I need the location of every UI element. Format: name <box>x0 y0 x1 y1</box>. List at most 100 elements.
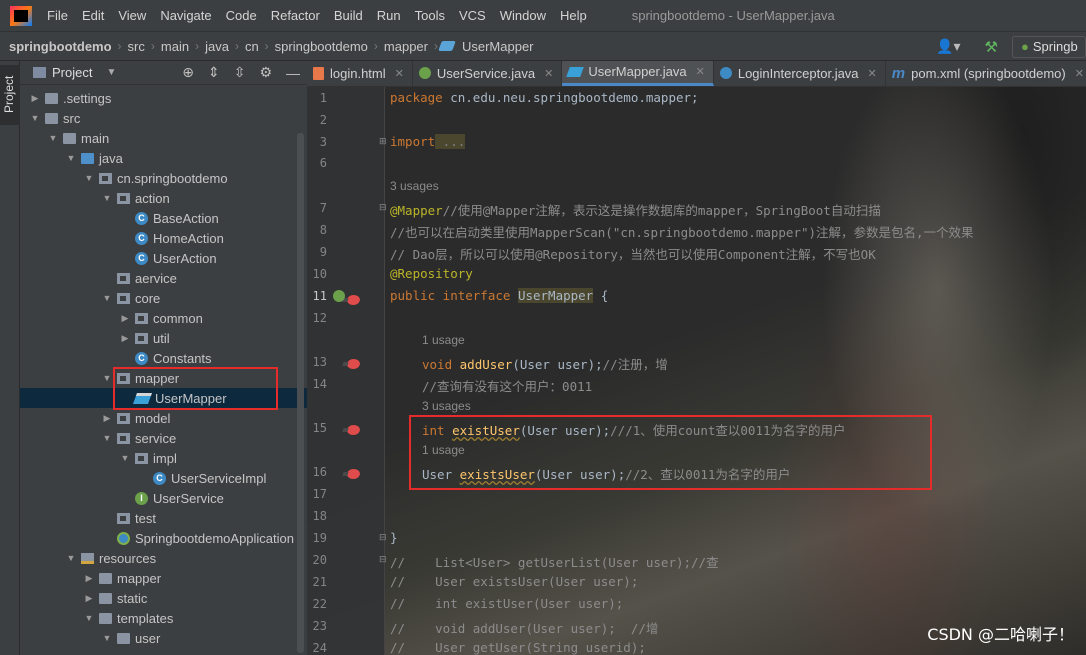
usages-hint[interactable]: 1 usage <box>422 333 465 347</box>
tree-item[interactable]: test <box>20 508 307 528</box>
tree-item[interactable]: C UserServiceImpl <box>20 468 307 488</box>
menu-edit[interactable]: Edit <box>82 8 104 23</box>
expand-all-icon[interactable]: ⇕ <box>208 64 220 81</box>
mybatis-navigate-icon[interactable] <box>345 425 362 435</box>
mybatis-navigate-icon[interactable] <box>345 469 362 479</box>
chevron-down-icon[interactable]: ▼ <box>118 453 132 463</box>
fold-toggle-icon[interactable]: ⊞ <box>379 136 387 147</box>
mybatis-navigate-icon[interactable] <box>345 295 362 305</box>
tree-item[interactable]: ▼ cn.springbootdemo <box>20 168 307 188</box>
menu-code[interactable]: Code <box>226 8 257 23</box>
chevron-right-icon[interactable]: ▶ <box>82 593 96 604</box>
implemented-icon[interactable] <box>333 290 345 302</box>
fold-toggle-icon[interactable]: ⊟ <box>379 554 387 565</box>
menu-refactor[interactable]: Refactor <box>271 8 320 23</box>
breadcrumb-springbootdemo[interactable]: springbootdemo <box>275 39 368 54</box>
code-editor[interactable]: 1 2 3 7 8 9 10 11 12 13 14 15 16 17 18 19 20 21 22 23 24 6 ⊞ ⊟ ⊟… <box>307 87 1086 655</box>
chevron-down-icon[interactable]: ▼ <box>46 133 60 143</box>
tree-item[interactable]: ▼ action <box>20 188 307 208</box>
editor-tab[interactable]: login.html ✕ <box>307 61 413 86</box>
tree-item[interactable]: ▼ src <box>20 108 307 128</box>
chevron-down-icon[interactable]: ▼ <box>100 433 114 443</box>
menu-run[interactable]: Run <box>377 8 401 23</box>
tree-item[interactable]: C HomeAction <box>20 228 307 248</box>
tree-item[interactable]: ▼ mapper <box>20 368 307 388</box>
editor-tab[interactable]: UserService.java ✕ <box>413 61 563 86</box>
menu-file[interactable]: File <box>47 8 68 23</box>
breadcrumb-usermapper[interactable]: UserMapper <box>462 39 534 54</box>
project-view-selector[interactable]: Project <box>52 65 92 80</box>
menu-build[interactable]: Build <box>334 8 363 23</box>
tree-item[interactable]: C BaseAction <box>20 208 307 228</box>
usages-hint[interactable]: 3 usages <box>390 179 439 193</box>
menu-help[interactable]: Help <box>560 8 587 23</box>
close-icon[interactable]: ✕ <box>1075 67 1084 80</box>
usages-hint[interactable]: 1 usage <box>422 443 465 457</box>
user-account-icon[interactable]: 👤▾ <box>936 38 960 55</box>
breadcrumb-cn[interactable]: cn <box>245 39 259 54</box>
editor-tab[interactable]: LoginInterceptor.java ✕ <box>714 61 886 86</box>
fold-toggle-icon[interactable]: ⊟ <box>379 532 387 543</box>
chevron-down-icon[interactable]: ▼ <box>82 613 96 623</box>
project-tree-scrollbar[interactable] <box>297 133 304 653</box>
close-icon[interactable]: ✕ <box>696 65 705 78</box>
close-icon[interactable]: ✕ <box>395 67 404 80</box>
menu-view[interactable]: View <box>118 8 146 23</box>
mybatis-navigate-icon[interactable] <box>345 359 362 369</box>
tree-item[interactable]: ▼ core <box>20 288 307 308</box>
locate-file-icon[interactable]: ⊕ <box>182 64 194 81</box>
chevron-down-icon[interactable]: ▼ <box>100 193 114 203</box>
tree-item[interactable]: ▶ util <box>20 328 307 348</box>
breadcrumb-project[interactable]: springbootdemo <box>9 39 112 54</box>
chevron-down-icon[interactable]: ▼ <box>100 293 114 303</box>
editor-tab[interactable]: UserMapper.java ✕ <box>562 61 714 86</box>
breadcrumb-src[interactable]: src <box>128 39 145 54</box>
fold-toggle-icon[interactable]: ⊟ <box>379 202 387 213</box>
breadcrumb-mapper[interactable]: mapper <box>384 39 428 54</box>
chevron-right-icon[interactable]: ▶ <box>118 333 132 344</box>
chevron-down-icon[interactable]: ▼ <box>28 113 42 123</box>
chevron-right-icon[interactable]: ▶ <box>100 413 114 424</box>
chevron-down-icon[interactable]: ▼ <box>64 553 78 563</box>
usages-hint[interactable]: 3 usages <box>422 399 471 413</box>
collapse-all-icon[interactable]: ⇳ <box>234 64 246 81</box>
close-icon[interactable]: ✕ <box>544 67 553 80</box>
tree-item[interactable]: ▶ mapper <box>20 568 307 588</box>
chevron-down-icon[interactable]: ▼ <box>100 373 114 383</box>
project-tool-tab[interactable]: Project <box>0 65 20 125</box>
chevron-right-icon[interactable]: ▶ <box>118 313 132 324</box>
breadcrumb-java[interactable]: java <box>205 39 229 54</box>
tree-item[interactable]: UserMapper <box>20 388 307 408</box>
menu-vcs[interactable]: VCS <box>459 8 486 23</box>
editor-tab[interactable]: m pom.xml (springbootdemo) ✕ <box>886 61 1086 86</box>
tree-item[interactable]: ▶ model <box>20 408 307 428</box>
chevron-down-icon[interactable]: ▼ <box>64 153 78 163</box>
tree-item[interactable]: ▼ resources <box>20 548 307 568</box>
build-hammer-icon[interactable]: ⚒ <box>985 38 998 56</box>
tree-item[interactable]: ▼ service <box>20 428 307 448</box>
tree-item[interactable]: ▼ templates <box>20 608 307 628</box>
tree-item[interactable]: C UserAction <box>20 248 307 268</box>
tree-item[interactable]: ▼ user <box>20 628 307 648</box>
chevron-down-icon[interactable]: ▼ <box>82 173 96 183</box>
tree-item[interactable]: SpringbootdemoApplication <box>20 528 307 548</box>
hide-panel-icon[interactable]: — <box>286 65 300 81</box>
tree-item[interactable]: ▼ impl <box>20 448 307 468</box>
run-configuration-selector[interactable]: ● Springb <box>1012 35 1086 58</box>
chevron-right-icon[interactable]: ▶ <box>82 573 96 584</box>
tree-item[interactable]: ▼ java <box>20 148 307 168</box>
tree-item[interactable]: ▶ common <box>20 308 307 328</box>
breadcrumb-main[interactable]: main <box>161 39 189 54</box>
chevron-down-icon[interactable]: ▼ <box>106 67 116 78</box>
gear-icon[interactable]: ⚙ <box>259 64 272 81</box>
tree-item[interactable]: I UserService <box>20 488 307 508</box>
menu-window[interactable]: Window <box>500 8 546 23</box>
chevron-right-icon[interactable]: ▶ <box>28 93 42 104</box>
tree-item[interactable]: C Constants <box>20 348 307 368</box>
chevron-down-icon[interactable]: ▼ <box>100 633 114 643</box>
close-icon[interactable]: ✕ <box>868 67 877 80</box>
menu-navigate[interactable]: Navigate <box>160 8 211 23</box>
tree-item[interactable]: ▼ main <box>20 128 307 148</box>
menu-tools[interactable]: Tools <box>415 8 445 23</box>
tree-item[interactable]: ▶ .settings <box>20 88 307 108</box>
